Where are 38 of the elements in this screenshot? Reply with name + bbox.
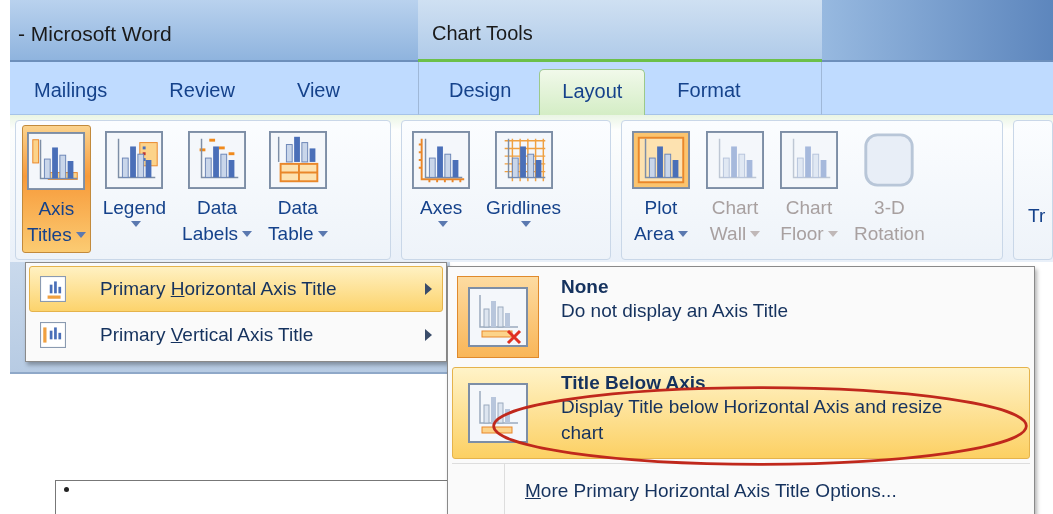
chart-floor-icon [780, 131, 838, 189]
ribbon-button[interactable]: Gridlines [482, 125, 566, 253]
vertical-axis-title-icon [40, 322, 66, 348]
menu-item[interactable]: More Primary Horizontal Axis Title Options... [525, 480, 897, 502]
context-title: Chart Tools [432, 22, 533, 44]
title-below-axis-icon [468, 383, 528, 443]
ribbon-button[interactable]: Legend [98, 125, 171, 253]
ribbon-button[interactable]: Plot Area [628, 125, 694, 253]
ribbon-button[interactable]: Axis Titles [22, 125, 91, 253]
option-title: None [561, 276, 610, 298]
option-description: Display Title below Horizontal Axis and resize chart [561, 395, 944, 445]
menu-item[interactable]: Primary Horizontal Axis Title [29, 266, 443, 312]
ribbon-button[interactable]: Tr [1024, 125, 1050, 253]
ribbon-button[interactable]: Axes [408, 125, 475, 253]
ribbon-tab[interactable]: Review [145, 79, 255, 114]
chart-axes-icon [412, 131, 471, 189]
ribbon-tab[interactable]: Mailings [10, 79, 128, 114]
data-table-icon [268, 131, 327, 189]
plot-area-icon [632, 131, 690, 189]
submenu-arrow-icon [425, 283, 432, 295]
data-labels-icon [188, 131, 247, 189]
submenu-arrow-icon [425, 329, 432, 341]
chart-wall-icon [706, 131, 764, 189]
no-axis-title-icon [468, 287, 528, 347]
axis-titles-icon [27, 132, 86, 190]
horizontal-axis-title-icon [40, 276, 66, 302]
ribbon-tab[interactable]: Layout [539, 69, 646, 115]
ribbon-button[interactable]: Data Labels [178, 125, 257, 253]
ribbon-tab[interactable]: View [272, 79, 360, 114]
chart-legend-icon [105, 131, 164, 189]
window-title: - Microsoft Word [18, 22, 172, 45]
gridlines-icon [494, 131, 553, 189]
menu-item[interactable]: None Do not display an Axis Title [452, 271, 1030, 363]
ribbon-tab[interactable]: Format [653, 79, 761, 114]
ribbon-tab[interactable]: Design [425, 79, 532, 114]
option-description: Do not display an Axis Title [561, 299, 790, 323]
ribbon-button[interactable]: Data Table [264, 125, 332, 253]
menu-item[interactable]: Primary Vertical Axis Title [29, 312, 443, 358]
